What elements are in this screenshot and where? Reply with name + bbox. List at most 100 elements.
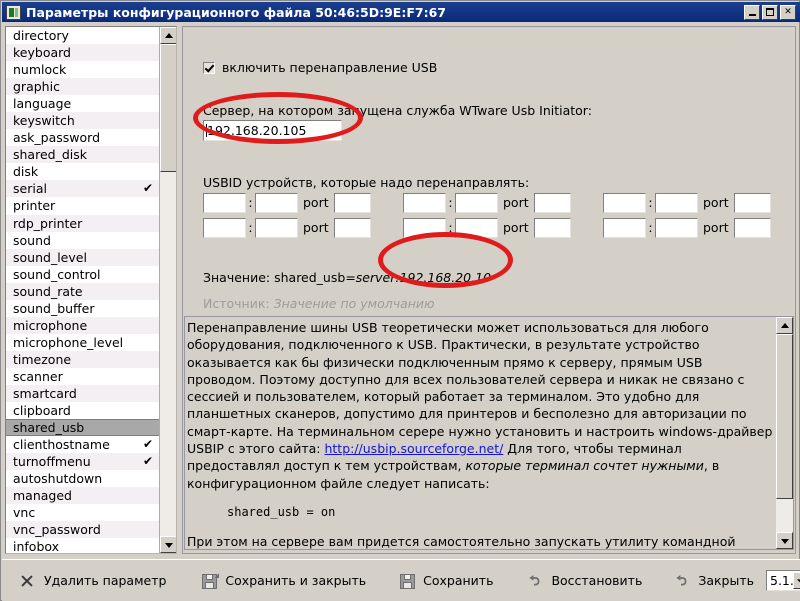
chevron-down-icon[interactable] (793, 572, 800, 589)
save-disk-icon (400, 574, 415, 589)
sidebar-item-serial[interactable]: serial✔ (6, 180, 159, 197)
usbid-vendor-input[interactable] (203, 193, 246, 213)
usbid-port-input[interactable] (734, 218, 771, 238)
checkmark-icon: ✔ (143, 180, 153, 197)
sidebar-item-shared_usb[interactable]: shared_usb (6, 419, 159, 436)
sidebar-item-disk[interactable]: disk (6, 163, 159, 180)
sidebar-item-microphone_level[interactable]: microphone_level (6, 334, 159, 351)
enable-usb-redirect-checkbox[interactable] (203, 62, 215, 74)
sidebar-item-sound[interactable]: sound (6, 232, 159, 249)
description-scroll-down-button[interactable] (776, 532, 793, 549)
sidebar-item-ask_password[interactable]: ask_password (6, 129, 159, 146)
sidebar-item-sound_control[interactable]: sound_control (6, 266, 159, 283)
usbid-port-input[interactable] (734, 193, 771, 213)
minimize-button[interactable] (744, 5, 760, 20)
usbid-port-input[interactable] (534, 193, 571, 213)
scrollbar-thumb[interactable] (160, 44, 177, 172)
sidebar-item-label: graphic (13, 78, 155, 95)
sidebar-item-managed[interactable]: managed (6, 487, 159, 504)
sidebar-item-rdp_printer[interactable]: rdp_printer (6, 215, 159, 232)
sidebar-item-timezone[interactable]: timezone (6, 351, 159, 368)
config-editor-window: Параметры конфигурационного файла 50:46:… (0, 0, 800, 601)
close-window-button[interactable]: ✕ (780, 5, 796, 20)
window-controls: ✕ (744, 5, 796, 20)
sidebar-item-microphone[interactable]: microphone (6, 317, 159, 334)
usbip-link[interactable]: http://usbip.sourceforge.net/ (324, 441, 503, 456)
usbid-separator: : (646, 195, 655, 210)
sidebar-item-label: rdp_printer (13, 215, 155, 232)
parameter-list-scrollbar[interactable] (159, 27, 176, 553)
sidebar-item-printer[interactable]: printer (6, 197, 159, 214)
window-title: Параметры конфигурационного файла 50:46:… (26, 5, 744, 20)
delete-parameter-button[interactable]: Удалить параметр (12, 566, 172, 596)
version-dropdown[interactable]: 5.1.45 (766, 570, 800, 591)
undo-arrow-icon (527, 573, 543, 589)
sidebar-item-sound_rate[interactable]: sound_rate (6, 283, 159, 300)
sidebar-item-clienthostname[interactable]: clienthostname✔ (6, 436, 159, 453)
usbid-port-label: port (303, 195, 329, 210)
usbid-port-input[interactable] (334, 218, 371, 238)
maximize-button[interactable] (762, 5, 778, 20)
sidebar-item-label: sound_control (13, 266, 155, 283)
close-label: Закрыть (698, 573, 754, 588)
usbid-vendor-input[interactable] (603, 218, 646, 238)
save-and-close-label: Сохранить и закрыть (225, 573, 366, 588)
usbid-product-input[interactable] (455, 193, 498, 213)
description-scrollbar-track[interactable] (776, 334, 793, 532)
save-and-close-button[interactable]: Сохранить и закрыть (196, 566, 372, 596)
save-button[interactable]: Сохранить (394, 566, 499, 596)
description-scrollbar-thumb[interactable] (776, 334, 793, 499)
server-input[interactable]: 192.168.20.105 (203, 120, 342, 141)
scrollbar-track[interactable] (160, 44, 177, 536)
usbid-product-input[interactable] (255, 193, 298, 213)
usbid-vendor-input[interactable] (603, 193, 646, 213)
sidebar-item-keyboard[interactable]: keyboard (6, 44, 159, 61)
usbid-vendor-input[interactable] (203, 218, 246, 238)
scroll-up-button[interactable] (160, 27, 177, 44)
parameter-list[interactable]: directorykeyboardnumlockgraphiclanguagek… (6, 27, 159, 553)
sidebar-item-label: sound_level (13, 249, 155, 266)
sidebar-item-autoshutdown[interactable]: autoshutdown (6, 470, 159, 487)
sidebar-item-graphic[interactable]: graphic (6, 78, 159, 95)
usbid-vendor-input[interactable] (403, 193, 446, 213)
sidebar-item-vnc_password[interactable]: vnc_password (6, 521, 159, 538)
usbid-product-input[interactable] (655, 193, 698, 213)
sidebar-item-language[interactable]: language (6, 95, 159, 112)
usbid-port-input[interactable] (534, 218, 571, 238)
sidebar-item-shared_disk[interactable]: shared_disk (6, 146, 159, 163)
sidebar-item-smartcard[interactable]: smartcard (6, 385, 159, 402)
config-file-icon (6, 5, 21, 20)
description-scrollbar[interactable] (776, 317, 793, 549)
usbid-port-input[interactable] (334, 193, 371, 213)
sidebar-item-sound_buffer[interactable]: sound_buffer (6, 300, 159, 317)
sidebar-item-clipboard[interactable]: clipboard (6, 402, 159, 419)
desc-p1-italic: которые терминал сочтет нужными (465, 458, 703, 473)
description-scroll-up-button[interactable] (776, 317, 793, 334)
usbid-product-input[interactable] (655, 218, 698, 238)
chevron-down-icon (781, 539, 789, 544)
source-text: Значение по умолчанию (274, 296, 435, 311)
sidebar-item-infobox[interactable]: infobox (6, 538, 159, 553)
sidebar-item-label: keyswitch (13, 112, 155, 129)
sidebar-item-scanner[interactable]: scanner (6, 368, 159, 385)
sidebar-item-sound_level[interactable]: sound_level (6, 249, 159, 266)
save-disk-icon (202, 574, 217, 589)
sidebar-item-label: language (13, 95, 155, 112)
usbid-product-input[interactable] (255, 218, 298, 238)
usbid-vendor-input[interactable] (403, 218, 446, 238)
usbid-product-input[interactable] (455, 218, 498, 238)
checkmark-icon: ✔ (143, 453, 153, 470)
description-paragraph-1: Перенаправление шины USB теоретически мо… (187, 319, 774, 492)
sidebar-item-turnoffmenu[interactable]: turnoffmenu✔ (6, 453, 159, 470)
close-button[interactable]: Закрыть (668, 566, 760, 596)
sidebar-item-vnc[interactable]: vnc (6, 504, 159, 521)
sidebar-item-label: smartcard (13, 385, 155, 402)
scroll-down-button[interactable] (160, 536, 177, 553)
enable-usb-redirect-row[interactable]: включить перенаправление USB (203, 60, 437, 75)
window-body: directorykeyboardnumlockgraphiclanguagek… (2, 23, 800, 557)
sidebar-item-label: shared_disk (13, 146, 155, 163)
sidebar-item-numlock[interactable]: numlock (6, 61, 159, 78)
sidebar-item-directory[interactable]: directory (6, 27, 159, 44)
sidebar-item-keyswitch[interactable]: keyswitch (6, 112, 159, 129)
restore-button[interactable]: Восстановить (521, 566, 648, 596)
